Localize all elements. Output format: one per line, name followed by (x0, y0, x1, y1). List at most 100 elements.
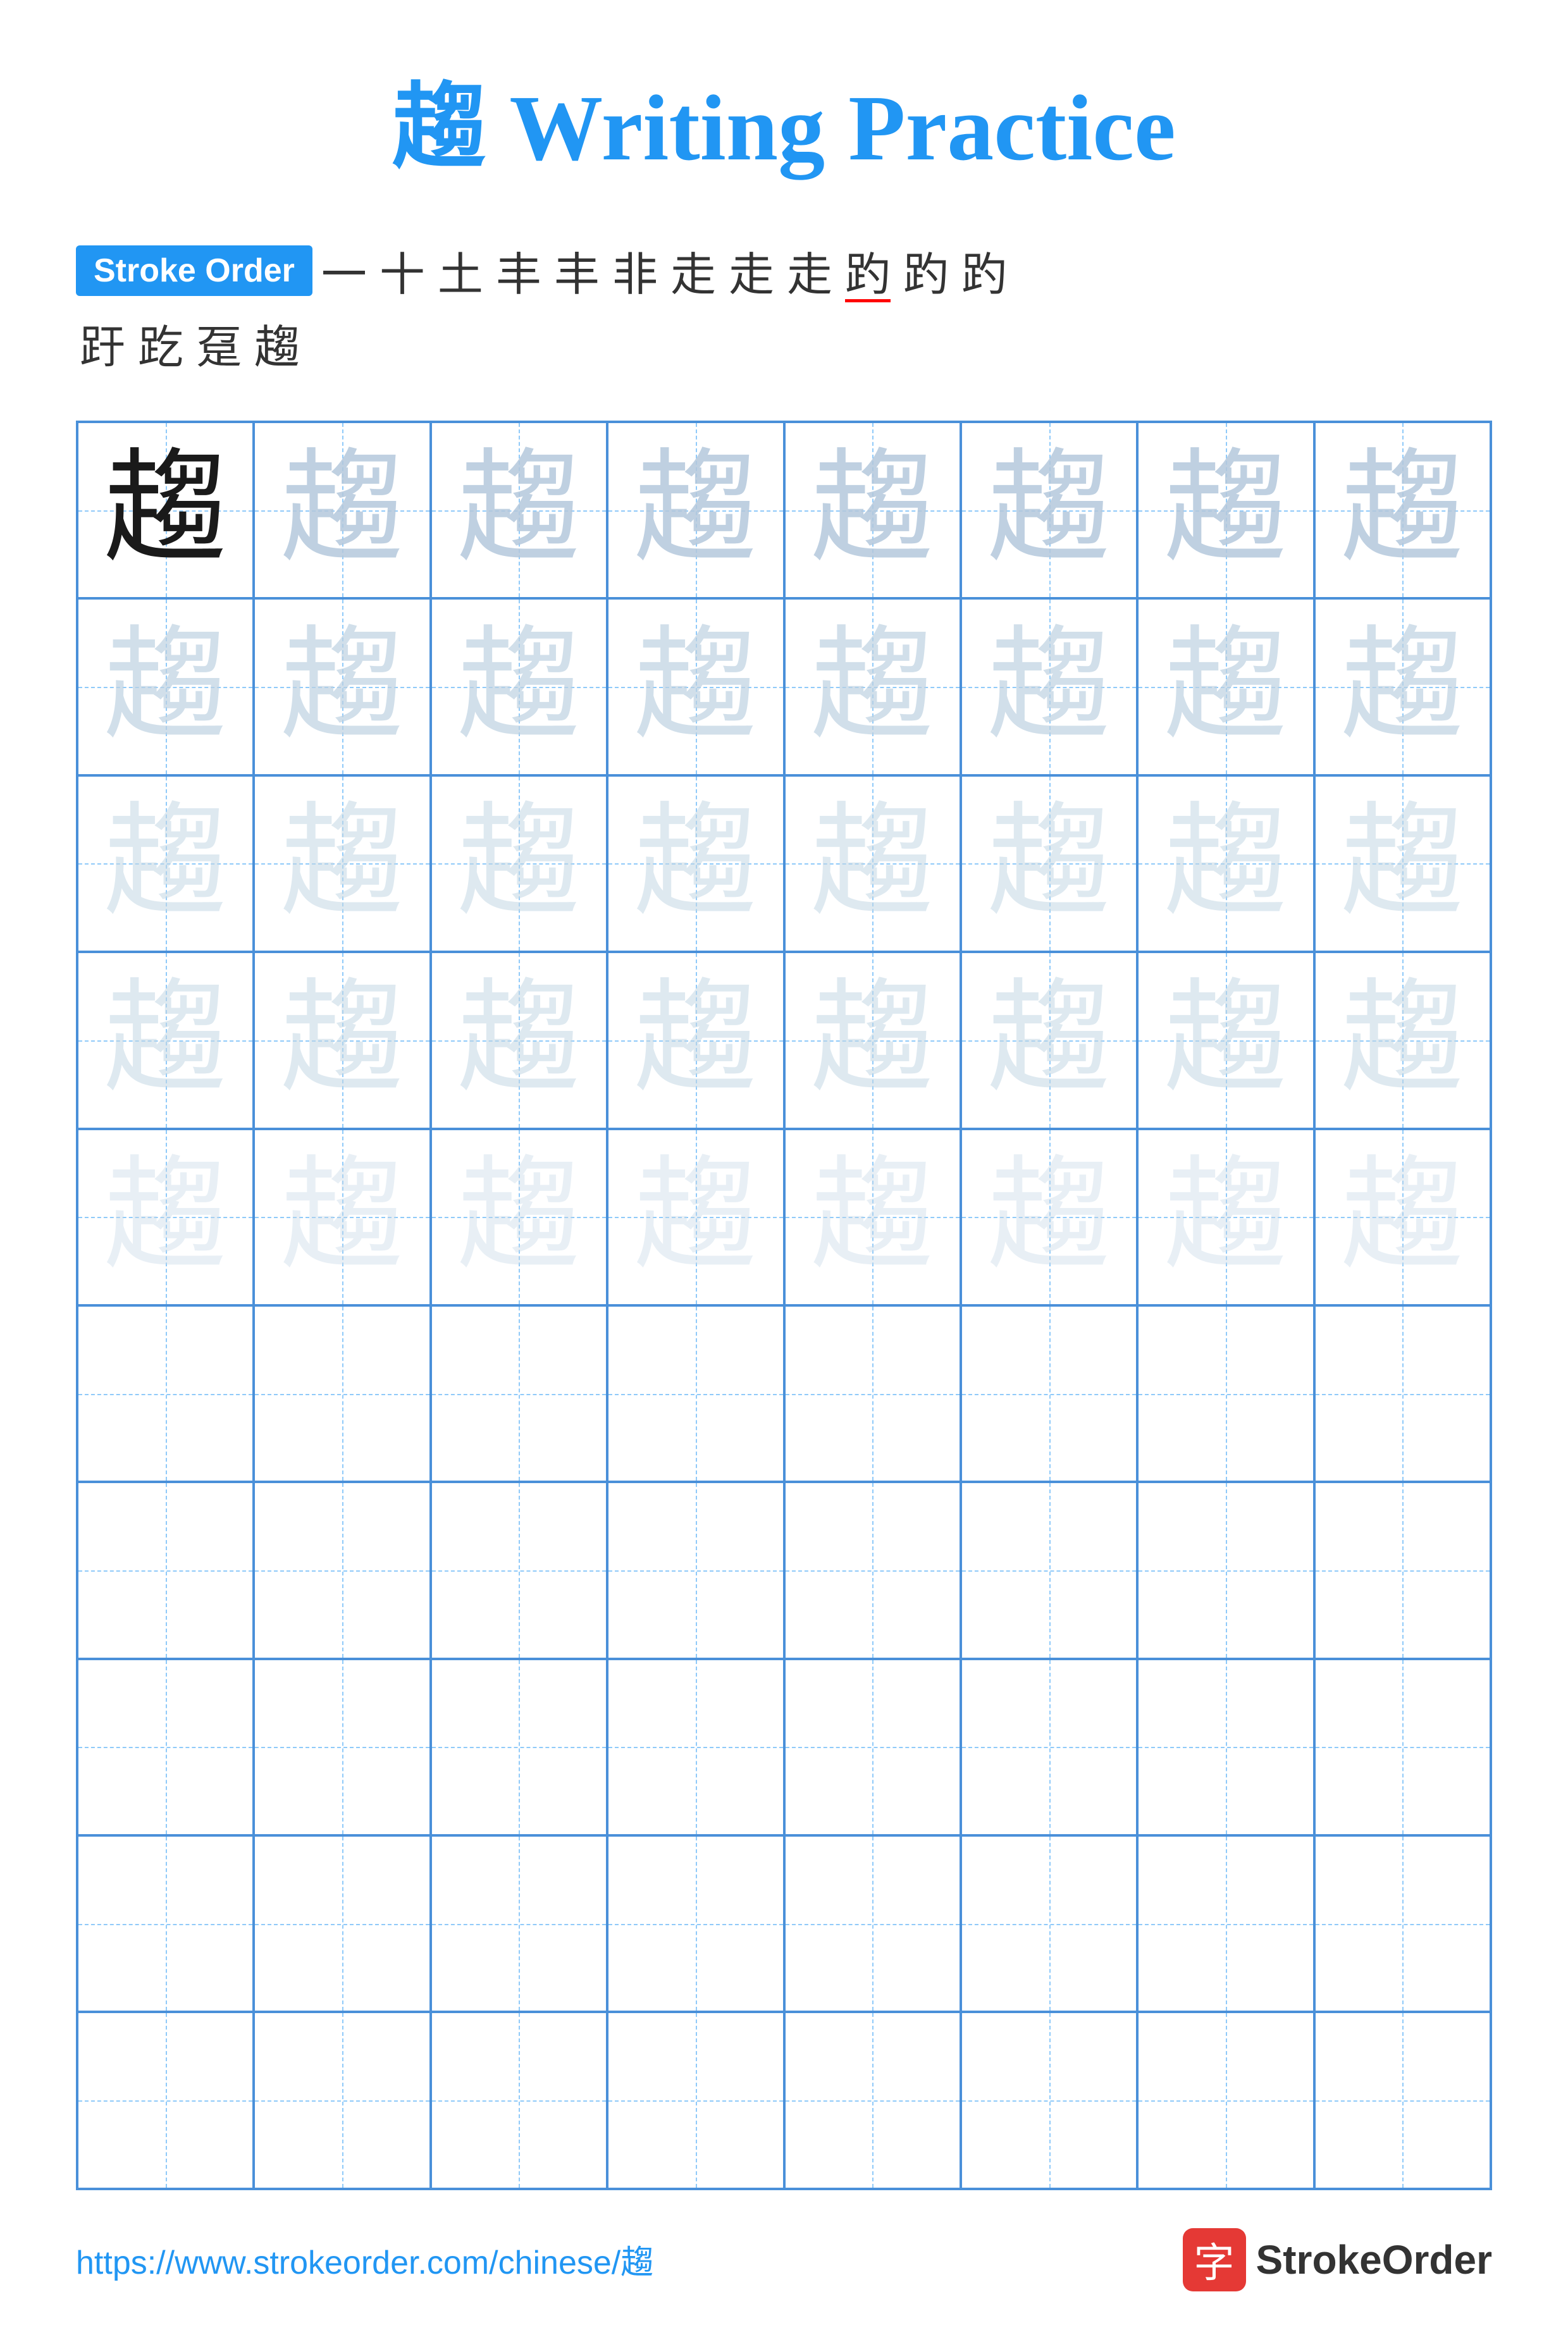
grid-cell-8-3[interactable] (607, 1835, 784, 2012)
grid-cell-1-4[interactable]: 趨 (784, 598, 961, 775)
grid-cell-5-5[interactable] (961, 1305, 1137, 1482)
grid-cell-5-0[interactable] (77, 1305, 254, 1482)
grid-cell-2-6[interactable]: 趨 (1137, 775, 1314, 952)
grid-cell-9-2[interactable] (431, 2012, 607, 2188)
grid-cell-3-1[interactable]: 趨 (254, 952, 430, 1128)
grid-cell-9-7[interactable] (1314, 2012, 1491, 2188)
grid-cell-5-6[interactable] (1137, 1305, 1314, 1482)
grid-cell-3-3[interactable]: 趨 (607, 952, 784, 1128)
grid-cell-2-4[interactable]: 趨 (784, 775, 961, 952)
grid-cell-6-5[interactable] (961, 1482, 1137, 1658)
grid-cell-5-3[interactable] (607, 1305, 784, 1482)
grid-cell-4-7[interactable]: 趨 (1314, 1129, 1491, 1305)
grid-cell-2-7[interactable]: 趨 (1314, 775, 1491, 952)
grid-cell-0-5[interactable]: 趨 (961, 422, 1137, 598)
grid-cell-5-2[interactable] (431, 1305, 607, 1482)
grid-cell-1-6[interactable]: 趨 (1137, 598, 1314, 775)
grid-cell-7-2[interactable] (431, 1659, 607, 1835)
grid-cell-3-0[interactable]: 趨 (77, 952, 254, 1128)
grid-cell-8-7[interactable] (1314, 1835, 1491, 2012)
grid-cell-1-3[interactable]: 趨 (607, 598, 784, 775)
grid-cell-4-3[interactable]: 趨 (607, 1129, 784, 1305)
cell-char-1-1: 趨 (281, 626, 404, 749)
grid-cell-9-4[interactable] (784, 2012, 961, 2188)
grid-cell-6-2[interactable] (431, 1482, 607, 1658)
stroke-10: 趵 (845, 237, 891, 304)
grid-cell-4-6[interactable]: 趨 (1137, 1129, 1314, 1305)
cell-char-1-5: 趨 (987, 626, 1111, 749)
grid-cell-1-5[interactable]: 趨 (961, 598, 1137, 775)
grid-cell-2-2[interactable]: 趨 (431, 775, 607, 952)
grid-cell-0-4[interactable]: 趨 (784, 422, 961, 598)
grid-row-3: 趨趨趨趨趨趨趨趨 (77, 952, 1491, 1128)
stroke-order-row-2: 趶 趷 趸 趨 (76, 310, 1492, 376)
grid-cell-9-0[interactable] (77, 2012, 254, 2188)
grid-cell-6-7[interactable] (1314, 1482, 1491, 1658)
grid-cell-5-1[interactable] (254, 1305, 430, 1482)
grid-cell-4-4[interactable]: 趨 (784, 1129, 961, 1305)
grid-cell-7-4[interactable] (784, 1659, 961, 1835)
stroke-order-badge: Stroke Order (76, 245, 312, 296)
grid-cell-8-6[interactable] (1137, 1835, 1314, 2012)
grid-cell-0-0[interactable]: 趨 (77, 422, 254, 598)
grid-cell-5-4[interactable] (784, 1305, 961, 1482)
grid-cell-0-3[interactable]: 趨 (607, 422, 784, 598)
grid-cell-1-1[interactable]: 趨 (254, 598, 430, 775)
grid-cell-8-5[interactable] (961, 1835, 1137, 2012)
grid-cell-3-6[interactable]: 趨 (1137, 952, 1314, 1128)
footer: https://www.strokeorder.com/chinese/趨 字 … (76, 2190, 1492, 2291)
grid-cell-6-0[interactable] (77, 1482, 254, 1658)
grid-cell-8-0[interactable] (77, 1835, 254, 2012)
grid-cell-0-6[interactable]: 趨 (1137, 422, 1314, 598)
grid-cell-8-1[interactable] (254, 1835, 430, 2012)
grid-row-1: 趨趨趨趨趨趨趨趨 (77, 598, 1491, 775)
grid-cell-9-6[interactable] (1137, 2012, 1314, 2188)
grid-cell-5-7[interactable] (1314, 1305, 1491, 1482)
grid-cell-4-2[interactable]: 趨 (431, 1129, 607, 1305)
grid-cell-6-3[interactable] (607, 1482, 784, 1658)
grid-cell-2-1[interactable]: 趨 (254, 775, 430, 952)
grid-cell-6-6[interactable] (1137, 1482, 1314, 1658)
cell-char-0-3: 趨 (634, 448, 757, 572)
grid-cell-2-0[interactable]: 趨 (77, 775, 254, 952)
cell-char-2-0: 趨 (104, 802, 227, 925)
grid-cell-7-5[interactable] (961, 1659, 1137, 1835)
grid-row-0: 趨趨趨趨趨趨趨趨 (77, 422, 1491, 598)
grid-cell-4-1[interactable]: 趨 (254, 1129, 430, 1305)
grid-cell-4-5[interactable]: 趨 (961, 1129, 1137, 1305)
grid-cell-7-0[interactable] (77, 1659, 254, 1835)
stroke-1: 一 (321, 237, 367, 304)
grid-cell-1-7[interactable]: 趨 (1314, 598, 1491, 775)
grid-cell-7-7[interactable] (1314, 1659, 1491, 1835)
stroke-9: 走 (787, 237, 832, 304)
grid-cell-4-0[interactable]: 趨 (77, 1129, 254, 1305)
cell-char-2-2: 趨 (457, 802, 581, 925)
grid-cell-2-3[interactable]: 趨 (607, 775, 784, 952)
logo-icon: 字 (1183, 2228, 1246, 2291)
grid-cell-7-1[interactable] (254, 1659, 430, 1835)
grid-cell-0-2[interactable]: 趨 (431, 422, 607, 598)
grid-row-8 (77, 1835, 1491, 2012)
cell-char-2-7: 趨 (1341, 802, 1464, 925)
grid-cell-3-7[interactable]: 趨 (1314, 952, 1491, 1128)
grid-cell-6-1[interactable] (254, 1482, 430, 1658)
grid-cell-3-2[interactable]: 趨 (431, 952, 607, 1128)
grid-cell-2-5[interactable]: 趨 (961, 775, 1137, 952)
grid-cell-1-0[interactable]: 趨 (77, 598, 254, 775)
grid-cell-6-4[interactable] (784, 1482, 961, 1658)
grid-cell-8-4[interactable] (784, 1835, 961, 2012)
grid-cell-0-1[interactable]: 趨 (254, 422, 430, 598)
grid-cell-9-5[interactable] (961, 2012, 1137, 2188)
stroke-3: 土 (438, 237, 483, 304)
cell-char-1-2: 趨 (457, 626, 581, 749)
grid-cell-1-2[interactable]: 趨 (431, 598, 607, 775)
grid-cell-7-3[interactable] (607, 1659, 784, 1835)
grid-cell-9-1[interactable] (254, 2012, 430, 2188)
grid-cell-3-5[interactable]: 趨 (961, 952, 1137, 1128)
grid-cell-7-6[interactable] (1137, 1659, 1314, 1835)
grid-cell-0-7[interactable]: 趨 (1314, 422, 1491, 598)
stroke-14: 趷 (138, 310, 183, 376)
grid-cell-3-4[interactable]: 趨 (784, 952, 961, 1128)
grid-cell-9-3[interactable] (607, 2012, 784, 2188)
grid-cell-8-2[interactable] (431, 1835, 607, 2012)
